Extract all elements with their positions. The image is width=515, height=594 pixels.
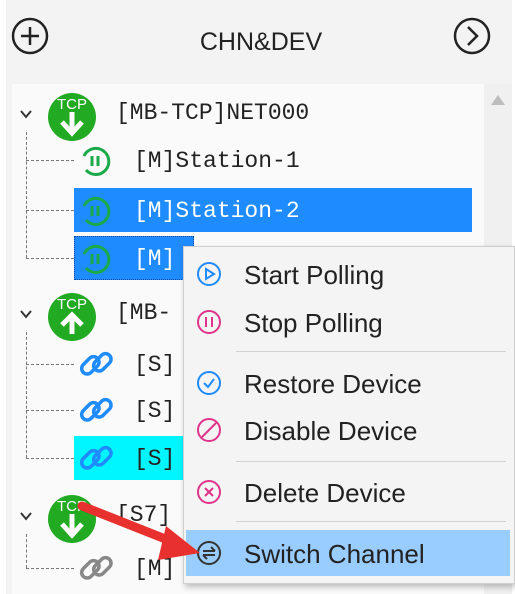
tcp-badge-text: TCP	[57, 96, 87, 113]
chevron-down-icon[interactable]	[18, 106, 34, 122]
menu-item-start-polling[interactable]: Start Polling	[186, 251, 510, 297]
tcp-channel-icon: TCP	[46, 492, 98, 544]
menu-separator	[236, 351, 506, 352]
tree-device-row[interactable]: [S]	[74, 342, 194, 386]
tree-connector	[26, 534, 27, 568]
device-label: [S]	[134, 352, 176, 378]
switch-circle-icon	[197, 541, 221, 565]
pause-circle-icon	[197, 310, 221, 334]
channel-label: [S7]	[116, 502, 172, 528]
tree-device-row[interactable]: [M]Station-1	[74, 138, 472, 182]
tree-device-row-highlighted[interactable]: [S]	[74, 436, 194, 480]
menu-item-label: Delete Device	[244, 478, 406, 508]
polling-icon	[82, 146, 111, 176]
channel-label: [MB-	[116, 300, 172, 326]
tree-connector	[26, 332, 27, 458]
tcp-badge-text: TCP	[57, 498, 87, 515]
link-icon	[79, 397, 113, 422]
link-icon	[79, 445, 113, 470]
tree-device-row-selected[interactable]: [M]Station-2	[74, 188, 472, 232]
tree-connector	[26, 160, 74, 161]
channel-label: [MB-TCP]NET000	[116, 100, 310, 126]
panel-header: CHN&DEV	[6, 0, 512, 82]
menu-item-label: Start Polling	[244, 260, 385, 290]
play-circle-icon	[197, 262, 221, 286]
chevron-right-circle-icon[interactable]	[452, 16, 492, 56]
device-label: [M]	[134, 556, 176, 582]
context-menu: Start Polling Stop Polling Restore Devic…	[183, 246, 515, 584]
tree-device-row[interactable]: [S]	[74, 388, 194, 432]
device-label: [M]Station-2	[134, 198, 300, 224]
device-label: [M]	[134, 246, 176, 272]
tree-connector	[26, 258, 74, 259]
tree-device-row[interactable]: [M]	[74, 546, 194, 590]
tcp-badge-text: TCP	[57, 296, 87, 313]
check-circle-icon	[197, 371, 221, 395]
device-label: [S]	[134, 398, 176, 424]
tree-connector	[26, 410, 74, 411]
menu-item-label: Switch Channel	[244, 539, 425, 569]
x-circle-icon	[197, 480, 221, 504]
tcp-channel-icon: TCP	[46, 90, 98, 142]
menu-item-label: Restore Device	[244, 369, 422, 399]
tree-connector	[26, 568, 74, 569]
link-icon-gray	[79, 555, 113, 580]
scroll-up-arrow-icon[interactable]	[490, 94, 506, 106]
tree-device-row-focused[interactable]: [M]	[74, 236, 194, 280]
tree-connector	[26, 364, 74, 365]
menu-item-switch-channel[interactable]: Switch Channel	[186, 530, 510, 576]
menu-item-delete-device[interactable]: Delete Device	[186, 469, 510, 515]
menu-item-label: Disable Device	[244, 416, 418, 446]
menu-item-label: Stop Polling	[244, 308, 383, 338]
panel-title: CHN&DEV	[199, 28, 323, 56]
menu-item-stop-polling[interactable]: Stop Polling	[186, 299, 510, 345]
device-label: [S]	[134, 446, 176, 472]
polling-icon	[82, 244, 111, 274]
chevron-down-icon[interactable]	[18, 306, 34, 322]
polling-icon	[82, 196, 111, 226]
device-label: [M]Station-1	[134, 148, 300, 174]
menu-separator	[236, 521, 506, 522]
tree-connector	[26, 210, 74, 211]
tree-connector	[26, 458, 74, 459]
tree-channel-row[interactable]: TCP [MB-TCP]NET000	[12, 90, 482, 141]
menu-item-disable-device[interactable]: Disable Device	[186, 407, 510, 453]
chevron-down-icon[interactable]	[18, 508, 34, 524]
ban-circle-icon	[197, 418, 221, 442]
menu-item-restore-device[interactable]: Restore Device	[186, 360, 510, 406]
plus-circle-icon[interactable]	[10, 16, 50, 56]
menu-separator	[236, 461, 506, 462]
tcp-channel-icon: TCP	[46, 290, 98, 342]
tree-connector	[26, 132, 27, 258]
link-icon	[79, 351, 113, 376]
